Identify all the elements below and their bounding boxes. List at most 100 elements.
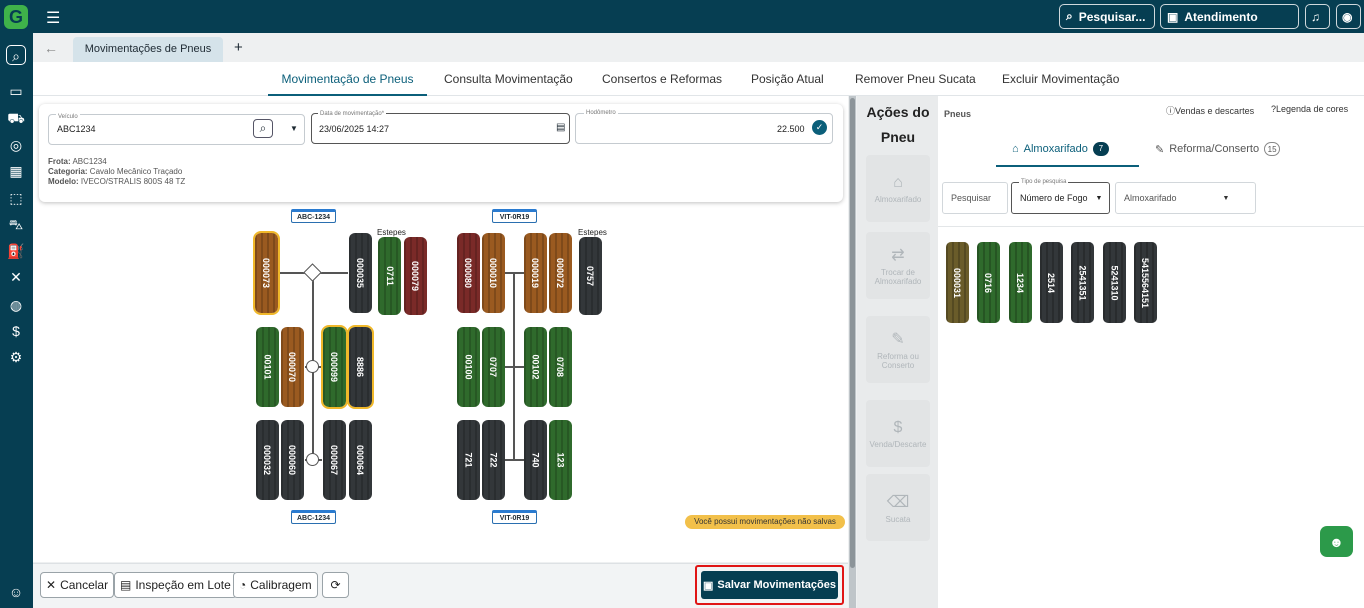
- sidebar-truck-icon[interactable]: ⛟: [6, 108, 26, 128]
- sidebar-globe-icon[interactable]: ◍: [6, 295, 26, 315]
- sidebar-tools-icon[interactable]: ✕: [6, 267, 26, 287]
- nav-excluir[interactable]: Excluir Movimentação: [1002, 72, 1119, 86]
- unsaved-warning-badge: Você possui movimentações não salvas: [685, 515, 845, 529]
- action-trocar-almoxarifado[interactable]: ⇄ Trocar de Almoxarifado: [866, 232, 930, 299]
- tire-search-input[interactable]: Pesquisar: [942, 182, 1008, 214]
- tire-slot[interactable]: 000010: [482, 233, 505, 313]
- calendar-icon[interactable]: ▤: [556, 122, 565, 133]
- date-field-label: Data de movimentação*: [318, 111, 387, 117]
- check-icon: ✓: [812, 120, 827, 135]
- active-tab-underline: [996, 165, 1139, 167]
- tire-slot[interactable]: 000073: [253, 231, 280, 315]
- tire-slot[interactable]: 0708: [549, 327, 572, 407]
- almoxarifado-select[interactable]: Almoxarifado ▼: [1115, 182, 1256, 214]
- notification-bell-icon[interactable]: ♫: [1305, 4, 1330, 29]
- sidebar-settings-icon[interactable]: ⚙: [6, 347, 26, 367]
- sidebar-inbox-icon[interactable]: ▭: [6, 81, 26, 101]
- tire-slot[interactable]: 000080: [457, 233, 480, 313]
- tire-slot[interactable]: 000067: [323, 420, 346, 500]
- inspecao-lote-button[interactable]: ▤ Inspeção em Lote: [114, 572, 237, 598]
- tab-reforma-conserto[interactable]: ✎ Reforma/Conserto 15: [1155, 142, 1281, 156]
- action-sucata[interactable]: ⌫ Sucata: [866, 474, 930, 541]
- spare-tire[interactable]: 0757: [579, 237, 602, 315]
- vendas-link[interactable]: ⓘVendas e descartes: [1166, 104, 1254, 117]
- sidebar-calculator-icon[interactable]: ▦: [6, 161, 26, 181]
- sidebar-cart-icon[interactable]: ⛍: [6, 214, 26, 234]
- tire-slot[interactable]: 000064: [349, 420, 372, 500]
- nav-consertos[interactable]: Consertos e Reformas: [602, 72, 722, 86]
- tire-slot[interactable]: 740: [524, 420, 547, 500]
- odometer-field-label: Hodômetro: [584, 110, 618, 116]
- axle-circle: [306, 360, 319, 373]
- legenda-link[interactable]: ?Legenda de cores: [1271, 104, 1348, 114]
- tire-slot[interactable]: 000072: [549, 233, 572, 313]
- tipo-pesquisa-select[interactable]: Número de Fogo ▼: [1011, 182, 1110, 214]
- tire-slot[interactable]: 00102: [524, 327, 547, 407]
- calibragem-button[interactable]: ◔ Calibragem: [233, 572, 318, 598]
- hamburger-menu-icon[interactable]: ☰: [46, 8, 60, 28]
- trash-icon: ⌫: [886, 493, 910, 511]
- spare-tire[interactable]: 0711: [378, 237, 401, 315]
- tab-strip: [33, 33, 1364, 62]
- stock-tire[interactable]: 000031: [946, 242, 969, 323]
- sidebar-tire-icon[interactable]: ◎: [6, 135, 26, 155]
- vehicle-info: Frota: ABC1234 Categoria: Cavalo Mecânic…: [48, 157, 185, 187]
- action-almoxarifado[interactable]: ⌂ Almoxarifado: [866, 155, 930, 222]
- sidebar-search-icon[interactable]: ⌕: [6, 45, 26, 65]
- save-movements-button[interactable]: ▣ Salvar Movimentações: [695, 565, 844, 605]
- nav-consulta[interactable]: Consulta Movimentação: [444, 72, 573, 86]
- chevron-down-icon[interactable]: ▼: [290, 124, 298, 133]
- action-reforma[interactable]: ✎ Reforma ou Conserto: [866, 316, 930, 383]
- tire-slot[interactable]: 000060: [281, 420, 304, 500]
- nav-posicao[interactable]: Posição Atual: [751, 72, 824, 86]
- date-field-value: 23/06/2025 14:27: [319, 124, 390, 134]
- scrollbar-thumb[interactable]: [850, 98, 855, 568]
- warehouse-icon: ⌂: [1012, 143, 1019, 155]
- tire-slot[interactable]: 721: [457, 420, 480, 500]
- chatbot-robot-icon[interactable]: ☻: [1320, 526, 1353, 557]
- tab-almoxarifado[interactable]: ⌂ Almoxarifado 7: [1012, 142, 1109, 156]
- vehicle-field-label: Veículo: [56, 114, 80, 120]
- user-account-icon[interactable]: ◉: [1336, 4, 1361, 29]
- stock-tire[interactable]: 5241310: [1103, 242, 1126, 323]
- add-tab-button[interactable]: +: [234, 39, 243, 56]
- plate-bottom-truck1: ABC-1234: [291, 510, 336, 524]
- sidebar-fuel-icon[interactable]: ⛽: [6, 241, 26, 261]
- plate-top-truck2: VIT-0R19: [492, 209, 537, 223]
- divider: [938, 226, 1364, 227]
- stock-tire[interactable]: 0716: [977, 242, 1000, 323]
- nav-movimentacao[interactable]: Movimentação de Pneus: [268, 72, 427, 96]
- search-button[interactable]: ⌕ Pesquisar...: [1059, 4, 1155, 29]
- action-venda[interactable]: $ Venda/Descarte: [866, 400, 930, 467]
- tire-slot[interactable]: 000019: [524, 233, 547, 313]
- tab-movimentacoes[interactable]: Movimentações de Pneus: [73, 37, 223, 62]
- spare-tire[interactable]: 000079: [404, 237, 427, 315]
- back-arrow-icon[interactable]: ←: [44, 40, 58, 56]
- nav-remover-sucata[interactable]: Remover Pneu Sucata: [855, 72, 976, 86]
- app-logo[interactable]: G: [4, 5, 28, 29]
- stock-tire[interactable]: 1234: [1009, 242, 1032, 323]
- sidebar-support-icon[interactable]: ☺: [6, 582, 26, 602]
- tire-slot[interactable]: 000070: [281, 327, 304, 407]
- tire-slot[interactable]: 00100: [457, 327, 480, 407]
- refresh-icon[interactable]: ⟳: [322, 572, 349, 598]
- stock-tire[interactable]: 2541351: [1071, 242, 1094, 323]
- cancel-button[interactable]: ✕ Cancelar: [40, 572, 115, 598]
- tire-slot[interactable]: 0707: [482, 327, 505, 407]
- stock-tire[interactable]: 2514: [1040, 242, 1063, 323]
- save-icon: ▣: [702, 579, 714, 592]
- tire-slot[interactable]: 722: [482, 420, 505, 500]
- stock-tire[interactable]: 5415564151: [1134, 242, 1157, 323]
- tire-slot[interactable]: 00101: [256, 327, 279, 407]
- tire-slot[interactable]: 000099: [321, 325, 348, 409]
- vehicle-search-icon[interactable]: ⌕: [253, 119, 273, 138]
- sidebar-money-icon[interactable]: $: [6, 321, 26, 341]
- plate-top-truck1: ABC-1234: [291, 209, 336, 223]
- sidebar-box-icon[interactable]: ⬚: [6, 188, 26, 208]
- tire-slot[interactable]: 8886: [347, 325, 374, 409]
- tire-slot[interactable]: 123: [549, 420, 572, 500]
- frota-value: ABC1234: [72, 157, 107, 166]
- service-button[interactable]: ▣ Atendimento: [1160, 4, 1299, 29]
- tire-slot[interactable]: 000032: [256, 420, 279, 500]
- tire-slot[interactable]: 000035: [349, 233, 372, 313]
